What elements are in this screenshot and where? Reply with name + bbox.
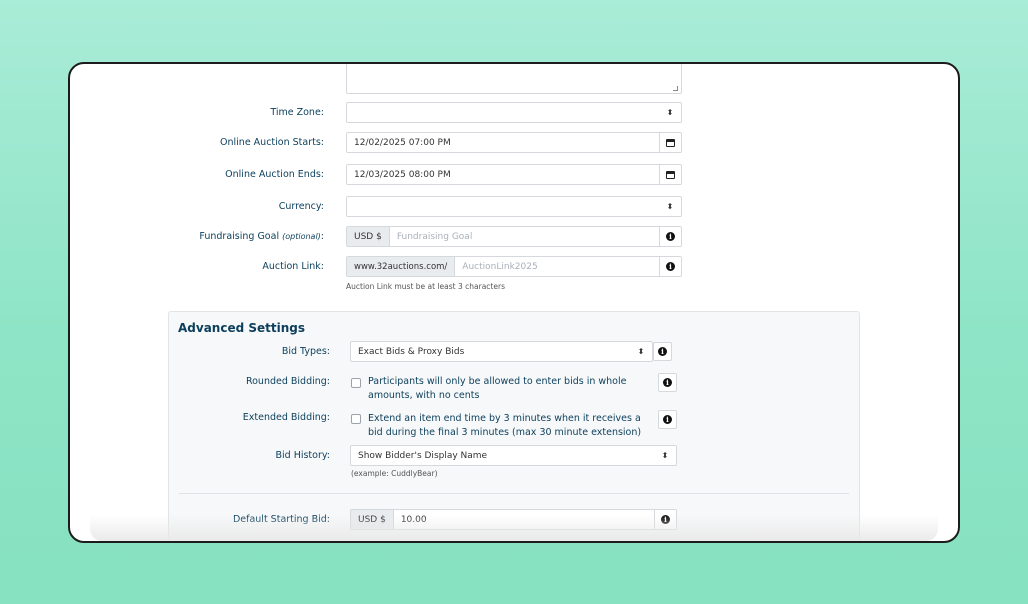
up-down-arrows-icon: ⬍ — [666, 202, 674, 211]
auction-link-help: Auction Link must be at least 3 characte… — [346, 282, 505, 291]
rounded-bidding-text: Participants will only be allowed to ent… — [368, 376, 627, 401]
section-divider — [179, 493, 849, 494]
rounded-bidding-label: Rounded Bidding: — [245, 376, 330, 387]
advanced-settings-title: Advanced Settings — [178, 321, 306, 335]
calendar-icon — [666, 170, 675, 179]
time-zone-label: Time Zone: — [270, 107, 324, 118]
up-down-arrows-icon: ⬍ — [637, 347, 645, 356]
info-button[interactable]: i — [654, 510, 676, 529]
info-circle-icon: i — [658, 347, 667, 356]
default-starting-bid-label: Default Starting Bid: — [232, 514, 330, 525]
bid-history-help: (example: CuddlyBear) — [351, 469, 438, 478]
currency-select[interactable]: ⬍ — [346, 196, 682, 217]
up-down-arrows-icon: ⬍ — [661, 451, 669, 460]
url-prefix: www.32auctions.com/ — [347, 257, 456, 276]
fundraising-goal-label: Fundraising Goal (optional): — [199, 231, 324, 242]
calendar-button[interactable] — [659, 165, 681, 184]
calendar-icon — [666, 138, 675, 147]
auction-starts-label: Online Auction Starts: — [220, 137, 324, 148]
extended-bidding-checkbox[interactable] — [351, 414, 361, 424]
bid-types-label: Bid Types: — [281, 346, 330, 357]
up-down-arrows-icon: ⬍ — [666, 108, 674, 117]
currency-prefix: USD $ — [351, 510, 394, 529]
bid-history-select[interactable]: Show Bidder's Display Name ⬍ — [350, 445, 677, 466]
bid-history-label: Bid History: — [275, 450, 330, 461]
info-button[interactable]: i — [659, 227, 681, 246]
resize-handle-icon[interactable] — [673, 86, 678, 91]
auction-ends-input[interactable]: 12/03/2025 08:00 PM — [346, 164, 682, 185]
extended-bidding-text: Extend an item end time by 3 minutes whe… — [368, 413, 642, 438]
info-circle-icon: i — [663, 378, 672, 387]
extended-bidding-label: Extended Bidding: — [242, 412, 330, 423]
info-circle-icon: i — [666, 232, 675, 241]
time-zone-select[interactable]: ⬍ — [346, 102, 682, 123]
auction-ends-label: Online Auction Ends: — [225, 169, 324, 180]
rounded-bidding-checkbox[interactable] — [351, 378, 361, 388]
auction-link-input[interactable]: www.32auctions.com/ AuctionLink2025 i — [346, 256, 682, 277]
advanced-settings-panel: Advanced Settings Bid Types: Exact Bids … — [168, 311, 860, 541]
info-button[interactable]: i — [659, 257, 681, 276]
bid-types-info-button[interactable]: i — [653, 342, 672, 361]
currency-label: Currency: — [278, 201, 324, 212]
info-circle-icon: i — [661, 515, 670, 524]
extended-bidding-info-button[interactable]: i — [658, 410, 677, 429]
info-circle-icon: i — [666, 262, 675, 271]
calendar-button[interactable] — [659, 133, 681, 152]
settings-card: Time Zone: ⬍ Online Auction Starts: 12/0… — [68, 62, 960, 543]
auction-starts-input[interactable]: 12/02/2025 07:00 PM — [346, 132, 682, 153]
fundraising-goal-input[interactable]: USD $ Fundraising Goal i — [346, 226, 682, 247]
rounded-bidding-info-button[interactable]: i — [658, 373, 677, 392]
auction-link-label: Auction Link: — [262, 261, 324, 272]
default-starting-bid-input[interactable]: USD $ 10.00 i — [350, 509, 677, 530]
info-circle-icon: i — [663, 415, 672, 424]
bid-types-select[interactable]: Exact Bids & Proxy Bids ⬍ — [350, 341, 653, 362]
description-textarea[interactable] — [346, 64, 682, 94]
currency-prefix: USD $ — [347, 227, 390, 246]
